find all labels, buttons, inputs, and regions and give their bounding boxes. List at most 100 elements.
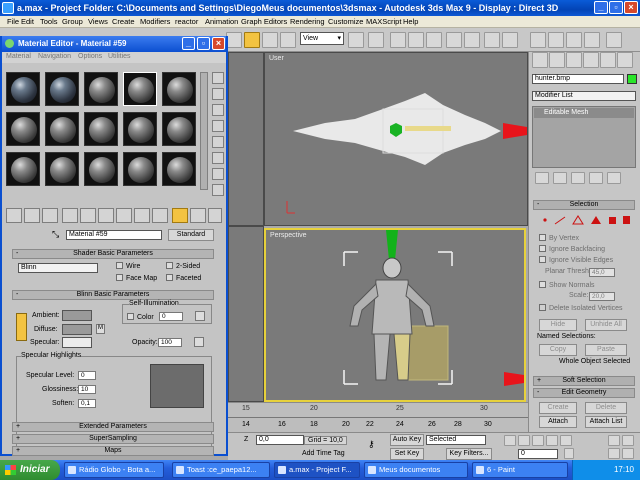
delete-isolated-checkbox[interactable]: Delete Isolated Vertices bbox=[539, 304, 623, 312]
two-sided-checkbox[interactable]: 2-Sided bbox=[166, 262, 200, 270]
menu-modifiers[interactable]: Modifiers bbox=[140, 17, 170, 26]
face-map-checkbox[interactable]: Face Map bbox=[116, 274, 157, 282]
pivot-center-icon[interactable] bbox=[348, 32, 364, 48]
opacity-map-button[interactable] bbox=[194, 337, 204, 347]
display-tab-icon[interactable] bbox=[600, 52, 616, 68]
faceted-checkbox[interactable]: Faceted bbox=[166, 274, 201, 282]
select-object-icon[interactable] bbox=[226, 32, 242, 48]
medit-menu-utilities[interactable]: Utilities bbox=[108, 53, 131, 60]
object-color-swatch[interactable] bbox=[627, 74, 637, 84]
zoom-icon[interactable] bbox=[608, 435, 620, 446]
select-and-move-icon[interactable] bbox=[244, 32, 260, 48]
modifier-list-dropdown[interactable]: Modifier List bbox=[532, 91, 636, 101]
create-tab-icon[interactable] bbox=[532, 52, 548, 68]
viewport-user[interactable]: User bbox=[264, 52, 528, 226]
key-icon[interactable]: ⚷ bbox=[368, 439, 382, 449]
medit-close-button[interactable]: × bbox=[212, 37, 225, 50]
maximize-button[interactable]: ▫ bbox=[609, 1, 623, 14]
render-frame-icon[interactable] bbox=[566, 32, 582, 48]
hide-button[interactable]: Hide bbox=[539, 319, 577, 331]
percent-snap-icon[interactable] bbox=[426, 32, 442, 48]
show-end-result-icon[interactable] bbox=[553, 172, 567, 184]
play-icon[interactable] bbox=[532, 435, 544, 446]
supersampling-rollout[interactable]: + SuperSampling bbox=[12, 434, 214, 444]
attach-list-button[interactable]: Attach List bbox=[585, 416, 627, 428]
material-name-field[interactable]: Material #59 bbox=[66, 230, 162, 240]
soft-selection-rollout[interactable]: + Soft Selection bbox=[533, 376, 635, 386]
opacity-spinner[interactable]: 100 bbox=[158, 338, 182, 347]
planar-thresh-spinner[interactable]: 45,0 bbox=[589, 268, 615, 277]
material-editor-titlebar[interactable]: Material Editor - Material #59 _ ▫ × bbox=[2, 36, 226, 52]
key-filters-button[interactable]: Key Filters... bbox=[446, 448, 492, 460]
material-type-button[interactable]: Standard bbox=[168, 229, 214, 241]
snap-toggle-icon[interactable] bbox=[390, 32, 406, 48]
edit-geometry-rollout[interactable]: - Edit Geometry bbox=[533, 388, 635, 398]
taskbar-item-toast[interactable]: Toast :ce_paepa12... bbox=[172, 462, 270, 478]
sample-uv-tiling-icon[interactable] bbox=[212, 120, 224, 132]
stack-item-editable-mesh[interactable]: Editable Mesh bbox=[534, 108, 634, 118]
material-slot[interactable] bbox=[162, 112, 196, 146]
selection-rollout[interactable]: - Selection bbox=[533, 200, 635, 210]
material-slot[interactable] bbox=[84, 152, 118, 186]
show-end-result-icon[interactable] bbox=[172, 208, 188, 223]
soften-spinner[interactable]: 0,1 bbox=[78, 399, 96, 408]
pan-icon[interactable] bbox=[608, 448, 620, 459]
configure-sets-icon[interactable] bbox=[607, 172, 621, 184]
menu-file[interactable]: File bbox=[7, 17, 19, 26]
menu-rendering[interactable]: Rendering bbox=[290, 17, 325, 26]
sample-type-icon[interactable] bbox=[212, 72, 224, 84]
utilities-tab-icon[interactable] bbox=[617, 52, 633, 68]
video-color-check-icon[interactable] bbox=[212, 136, 224, 148]
material-slot[interactable] bbox=[45, 72, 79, 106]
menu-group[interactable]: Group bbox=[62, 17, 83, 26]
ambient-color-swatch[interactable] bbox=[62, 310, 92, 321]
mirror-icon[interactable] bbox=[446, 32, 462, 48]
diffuse-color-swatch[interactable] bbox=[62, 324, 92, 335]
angle-snap-icon[interactable] bbox=[408, 32, 424, 48]
select-and-manipulate-icon[interactable] bbox=[368, 32, 384, 48]
remove-modifier-icon[interactable] bbox=[589, 172, 603, 184]
background-icon[interactable] bbox=[212, 104, 224, 116]
delete-button[interactable]: Delete bbox=[585, 402, 627, 414]
start-button[interactable]: Iniciar bbox=[0, 460, 60, 480]
material-id-icon[interactable] bbox=[134, 208, 150, 223]
put-material-icon[interactable] bbox=[24, 208, 40, 223]
show-map-icon[interactable] bbox=[152, 208, 168, 223]
make-unique-icon[interactable] bbox=[571, 172, 585, 184]
ignore-visible-edges-checkbox[interactable]: Ignore Visible Edges bbox=[539, 256, 613, 264]
menu-animation[interactable]: Animation bbox=[205, 17, 238, 26]
scale-spinner[interactable]: 20,0 bbox=[589, 292, 615, 301]
menu-create[interactable]: Create bbox=[112, 17, 135, 26]
make-preview-icon[interactable] bbox=[212, 152, 224, 164]
minimize-button[interactable]: _ bbox=[594, 1, 608, 14]
taskbar-item-meus-documentos[interactable]: Meus documentos bbox=[364, 462, 468, 478]
menu-views[interactable]: Views bbox=[88, 17, 108, 26]
specular-level-spinner[interactable]: 0 bbox=[78, 371, 96, 380]
attach-button[interactable]: Attach bbox=[539, 416, 577, 428]
auto-key-button[interactable]: Auto Key bbox=[390, 434, 424, 446]
material-slot[interactable] bbox=[6, 112, 40, 146]
assign-material-icon[interactable] bbox=[42, 208, 58, 223]
show-normals-checkbox[interactable]: Show Normals bbox=[539, 281, 595, 289]
put-to-library-icon[interactable] bbox=[116, 208, 132, 223]
schematic-view-icon[interactable] bbox=[502, 32, 518, 48]
medit-menu-options[interactable]: Options bbox=[78, 53, 102, 60]
track-bar[interactable]: 15 20 25 30 14 16 18 20 22 24 26 28 30 bbox=[228, 402, 528, 432]
lock-ambient-diffuse-icon[interactable] bbox=[16, 313, 27, 341]
taskbar-item-paint[interactable]: 6 - Paint bbox=[472, 462, 568, 478]
blinn-basic-rollout[interactable]: - Blinn Basic Parameters bbox=[12, 290, 214, 300]
by-vertex-checkbox[interactable]: By Vertex bbox=[539, 234, 579, 242]
viewport-perspective[interactable]: Perspective bbox=[264, 228, 526, 402]
viewport-top-left[interactable] bbox=[228, 52, 264, 226]
menu-help[interactable]: Help bbox=[403, 17, 418, 26]
taskbar-item-3dsmax[interactable]: a.max - Project F... bbox=[274, 462, 360, 478]
material-slot[interactable] bbox=[45, 152, 79, 186]
align-icon[interactable] bbox=[464, 32, 480, 48]
select-and-scale-icon[interactable] bbox=[280, 32, 296, 48]
current-frame-field[interactable]: 0 bbox=[518, 449, 558, 459]
object-name-field[interactable]: hunter.bmp bbox=[532, 74, 624, 84]
material-editor-icon[interactable] bbox=[530, 32, 546, 48]
medit-menu-navigation[interactable]: Navigation bbox=[38, 53, 71, 60]
arc-rotate-icon[interactable] bbox=[622, 448, 634, 459]
medit-maximize-button[interactable]: ▫ bbox=[197, 37, 210, 50]
